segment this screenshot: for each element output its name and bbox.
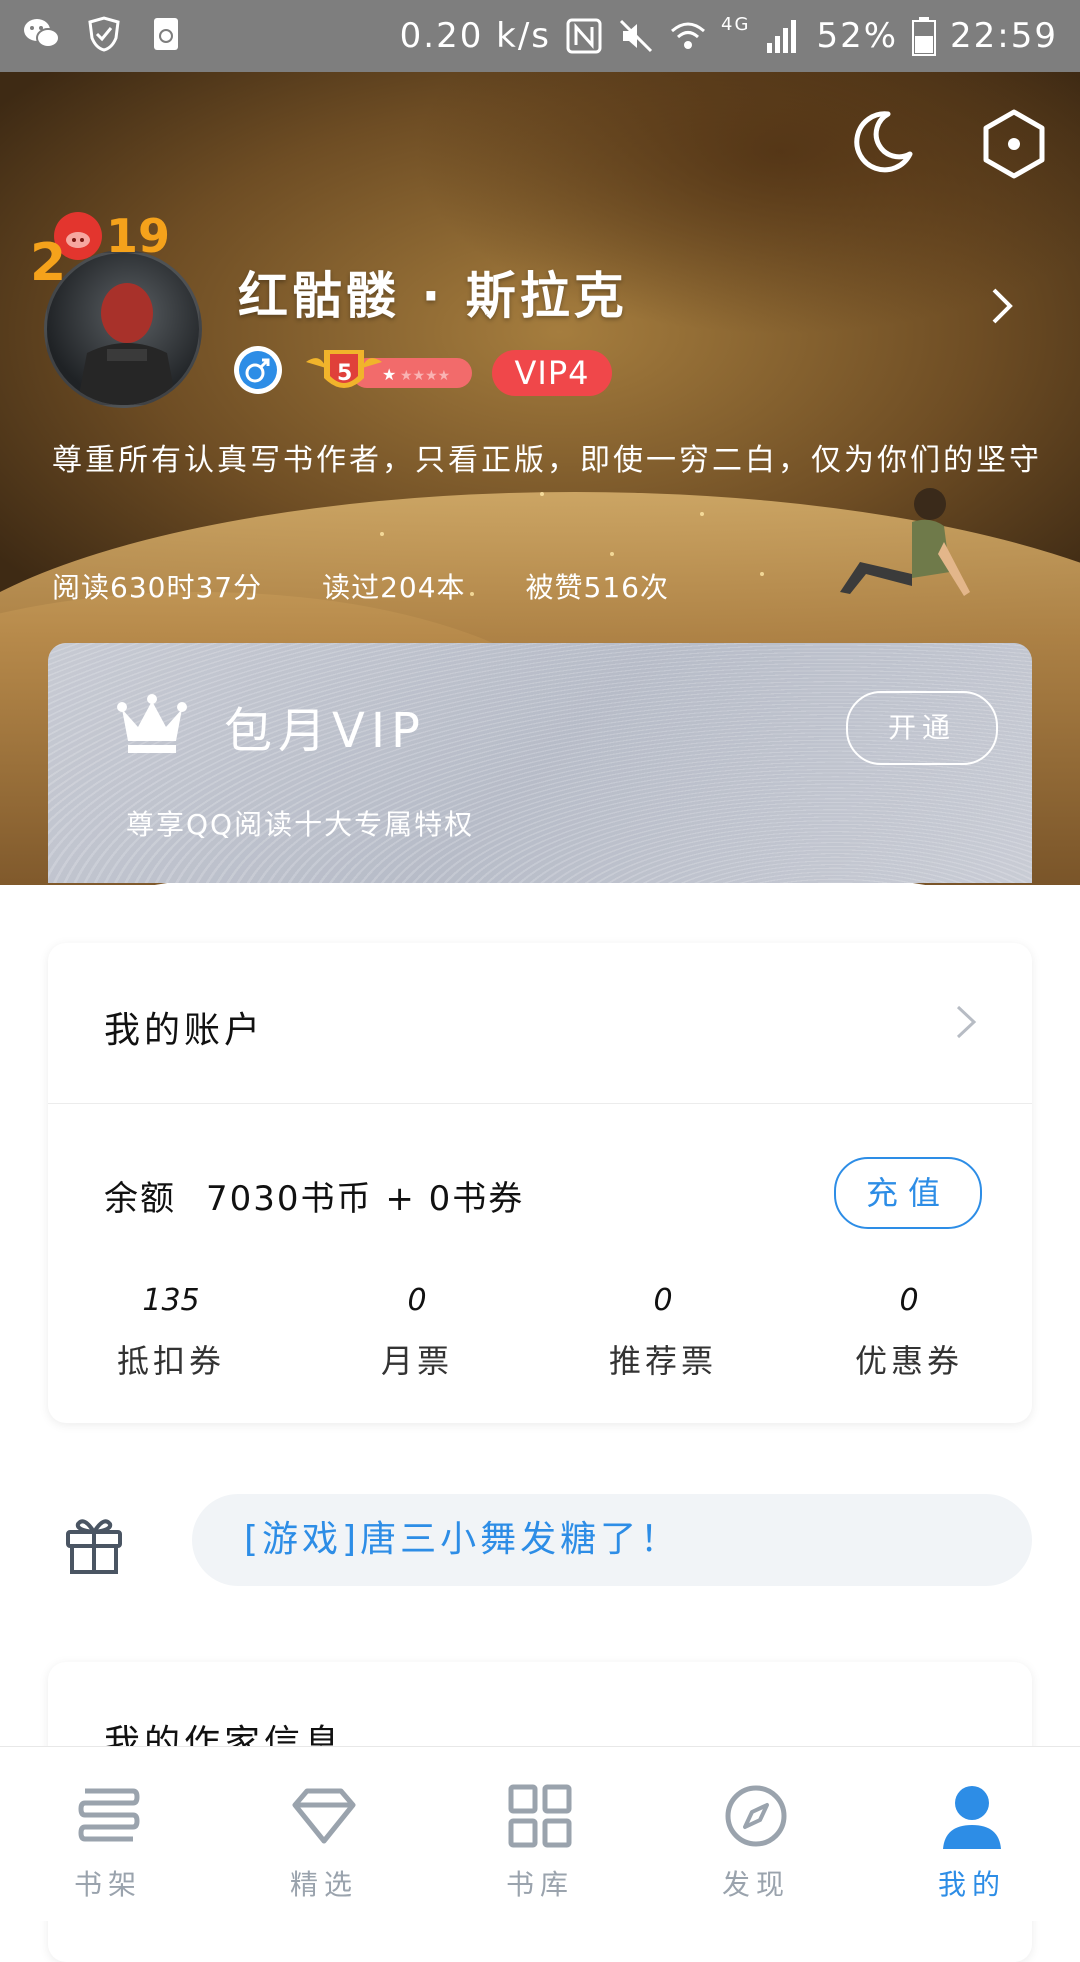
deduction-voucher[interactable]: 135 抵扣券 — [48, 1283, 294, 1382]
nav-label: 书架 — [73, 1868, 142, 1901]
year-2019-badge: 2 19 — [30, 209, 170, 288]
divider — [48, 1103, 1032, 1104]
monthly-ticket[interactable]: 0 月票 — [294, 1283, 540, 1382]
svg-text:2: 2 — [30, 233, 66, 288]
compass-icon — [725, 1785, 787, 1847]
signal-icon — [767, 20, 797, 53]
vip-level-badge[interactable]: VIP4 — [492, 350, 612, 396]
svg-text:★★★★: ★★★★ — [400, 368, 450, 384]
balance-row: 余额 7030书币 + 0书券 — [104, 1171, 524, 1220]
likes-count: 被赞516次 — [525, 571, 669, 604]
nav-discover[interactable]: 发现 — [648, 1747, 864, 1921]
profile-icon — [943, 1786, 1001, 1849]
wifi-icon — [671, 22, 706, 49]
nav-label: 发现 — [721, 1868, 790, 1901]
reading-stats: 阅读630时37分 读过204本 被赞516次 — [52, 566, 669, 606]
user-bio: 尊重所有认真写书作者，只看正版，即使一穷二白，仅为你们的坚守 — [52, 443, 1042, 478]
bookshelf-icon — [78, 1788, 140, 1842]
user-name[interactable]: 红骷髅 · 斯拉克 — [238, 256, 628, 328]
recharge-button[interactable]: 充值 — [834, 1157, 982, 1229]
night-mode-icon[interactable] — [848, 108, 916, 176]
svg-text:★: ★ — [382, 365, 396, 384]
nav-label: 书库 — [505, 1868, 574, 1901]
grid-icon — [508, 1784, 572, 1848]
count-value: 0 — [653, 1283, 673, 1318]
status-bar: 0.20 k/s 4G 52% 22:59 — [0, 0, 1080, 72]
network-type: 4G — [721, 13, 751, 35]
vip-subtitle: 尊享QQ阅读十大专属特权 — [126, 808, 475, 841]
count-label: 推荐票 — [608, 1342, 717, 1380]
chevron-right-icon[interactable] — [986, 286, 1018, 326]
settings-icon[interactable] — [978, 108, 1050, 180]
level-number: 5 — [337, 361, 352, 386]
battery-icon — [912, 17, 937, 56]
promo-banner[interactable]: [游戏]唐三小舞发糖了！ — [192, 1494, 1032, 1586]
nav-label: 我的 — [937, 1868, 1006, 1901]
reading-figure-illustration — [840, 488, 970, 596]
recommend-ticket[interactable]: 0 推荐票 — [540, 1283, 786, 1382]
chevron-right-icon[interactable] — [954, 1005, 978, 1039]
gift-icon[interactable] — [62, 1512, 126, 1576]
count-label: 月票 — [380, 1342, 453, 1380]
balance-value: 7030书币 + 0书券 — [206, 1179, 525, 1219]
svg-text:19: 19 — [106, 209, 170, 263]
recycle-icon — [154, 18, 178, 50]
diamond-icon — [292, 1788, 356, 1844]
nav-profile[interactable]: 我的 — [864, 1747, 1080, 1921]
count-value: 0 — [899, 1283, 919, 1318]
nav-bookshelf[interactable]: 书架 — [0, 1747, 216, 1921]
nav-label: 精选 — [289, 1868, 358, 1901]
clock: 22:59 — [950, 16, 1058, 56]
my-account-link[interactable]: 我的账户 — [104, 1001, 264, 1053]
balance-label: 余额 — [104, 1179, 176, 1219]
account-card: 我的账户 余额 7030书币 + 0书券 充值 135 抵扣券 0 月票 0 推… — [48, 943, 1032, 1423]
count-value: 135 — [142, 1283, 200, 1318]
bottom-navigation: 书架 精选 书库 发现 我的 — [0, 1746, 1080, 1921]
voucher-counts: 135 抵扣券 0 月票 0 推荐票 0 优惠券 — [48, 1283, 1032, 1382]
nfc-icon — [566, 18, 602, 54]
male-gender-icon — [234, 346, 282, 394]
nav-library[interactable]: 书库 — [432, 1747, 648, 1921]
wechat-icon — [24, 19, 60, 48]
mute-icon — [619, 19, 653, 53]
vip-title: 包月VIP — [224, 703, 426, 759]
nav-featured[interactable]: 精选 — [216, 1747, 432, 1921]
count-label: 抵扣券 — [116, 1342, 225, 1380]
crown-icon — [117, 694, 187, 753]
battery-percent: 52% — [816, 16, 899, 56]
books-read: 读过204本 — [322, 571, 466, 604]
network-speed: 0.20 k/s — [399, 16, 552, 56]
open-vip-button[interactable]: 开通 — [846, 691, 998, 765]
level-badge: ★ ★★★★ 5 — [302, 344, 474, 400]
reading-time: 阅读630时37分 — [52, 571, 263, 604]
coupon[interactable]: 0 优惠券 — [786, 1283, 1032, 1382]
count-label: 优惠券 — [854, 1342, 963, 1380]
shield-icon — [88, 16, 120, 52]
count-value: 0 — [407, 1283, 427, 1318]
monthly-vip-card[interactable]: 包月VIP 尊享QQ阅读十大专属特权 开通 — [48, 643, 1032, 883]
